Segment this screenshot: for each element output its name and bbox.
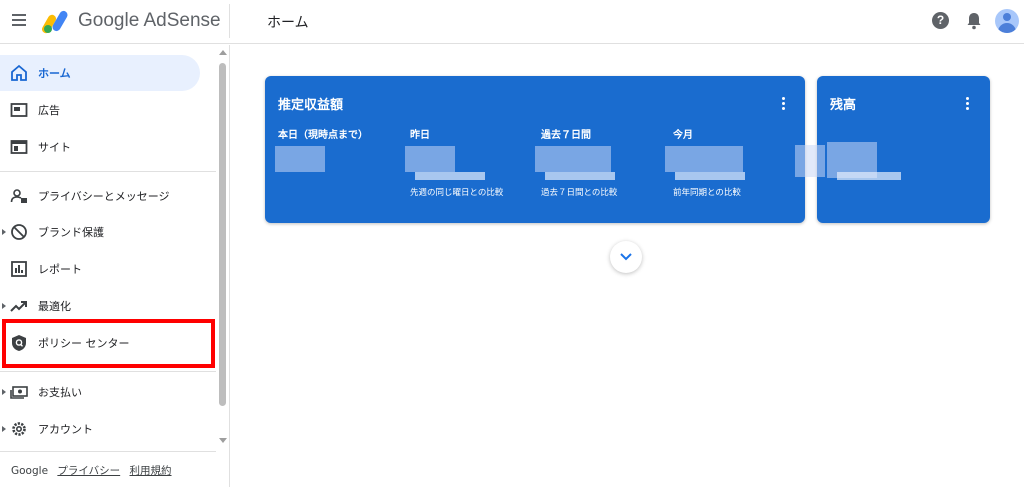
- redacted-value: [665, 146, 743, 172]
- sidebar-item-label: レポート: [38, 263, 82, 276]
- sidebar-item-account[interactable]: アカウント: [0, 411, 200, 447]
- more-options-icon[interactable]: [782, 97, 786, 111]
- sidebar-item-label: ホーム: [38, 67, 71, 80]
- more-options-icon[interactable]: [966, 97, 970, 111]
- ads-icon: [10, 103, 28, 117]
- sidebar-item-reports[interactable]: レポート: [0, 251, 200, 287]
- sidebar-scrollbar[interactable]: [219, 63, 226, 406]
- hamburger-menu-icon[interactable]: [10, 12, 28, 30]
- trending-up-icon: [10, 301, 27, 312]
- adsense-logo-icon[interactable]: [42, 8, 72, 34]
- sidebar-item-label: サイト: [38, 141, 71, 154]
- account-avatar[interactable]: [995, 9, 1019, 33]
- sidebar-item-label: 最適化: [38, 300, 71, 313]
- sidebar-item-payments[interactable]: お支払い: [0, 374, 200, 410]
- comparison-label: 前年同期との比較: [673, 188, 741, 198]
- sidebar-footer: Google プライバシー 利用規約: [11, 463, 172, 478]
- footer-google: Google: [11, 465, 49, 477]
- page-title: ホーム: [267, 15, 309, 31]
- earnings-col-label: 今月: [673, 130, 693, 141]
- expand-caret-icon[interactable]: [2, 229, 6, 235]
- red-highlight-box: [2, 319, 215, 368]
- redacted-value: [415, 172, 485, 180]
- sidebar-item-label: ブランド保護: [38, 226, 104, 239]
- sidebar-item-home[interactable]: ホーム: [0, 55, 200, 91]
- footer-privacy-link[interactable]: プライバシー: [57, 465, 120, 477]
- card-title: 残高: [830, 98, 857, 113]
- sidebar-divider: [0, 171, 216, 172]
- expand-caret-icon[interactable]: [2, 389, 6, 395]
- card-title: 推定収益額: [278, 98, 344, 113]
- chevron-down-icon: [620, 253, 632, 261]
- brand-name: Google AdSense: [78, 10, 221, 31]
- payments-icon: [10, 386, 28, 399]
- sidebar-item-ads[interactable]: 広告: [0, 92, 200, 128]
- sidebar-item-label: 広告: [38, 104, 60, 117]
- notification-bell-icon[interactable]: [965, 11, 983, 31]
- sidebar-divider: [0, 371, 216, 372]
- sidebar-item-brand-safety[interactable]: ブランド保護: [0, 214, 200, 250]
- sidebar-item-label: アカウント: [38, 423, 93, 436]
- redacted-value: [675, 172, 745, 180]
- privacy-icon: [10, 189, 27, 203]
- redacted-value: [535, 146, 611, 172]
- comparison-label: 過去７日間との比較: [541, 188, 618, 198]
- expand-caret-icon[interactable]: [2, 303, 6, 309]
- top-app-bar: Google AdSense ホーム ?: [0, 0, 1024, 44]
- footer-terms-link[interactable]: 利用規約: [130, 465, 172, 477]
- expand-cards-button[interactable]: [610, 241, 642, 273]
- estimated-earnings-card: 推定収益額 本日（現時点まで） 昨日 過去７日間 今月 先週の同じ曜日との比較 …: [265, 76, 805, 223]
- redacted-value: [405, 146, 455, 172]
- sidebar-divider: [0, 451, 216, 452]
- header-divider: [229, 4, 230, 38]
- redacted-value: [545, 172, 615, 180]
- help-icon[interactable]: ?: [932, 12, 949, 29]
- home-icon: [11, 64, 27, 81]
- comparison-label: 先週の同じ曜日との比較: [410, 188, 504, 198]
- sidebar-item-label: お支払い: [38, 386, 82, 399]
- gear-icon: [12, 422, 26, 436]
- redacted-overlay: [795, 145, 825, 177]
- block-icon: [11, 224, 27, 240]
- earnings-col-label: 昨日: [410, 130, 430, 141]
- expand-caret-icon[interactable]: [2, 426, 6, 432]
- scroll-down-arrow-icon[interactable]: [219, 438, 227, 443]
- sidebar-item-privacy-messaging[interactable]: プライバシーとメッセージ: [0, 178, 200, 214]
- redacted-value: [275, 146, 325, 172]
- earnings-col-label: 過去７日間: [541, 130, 591, 141]
- sidebar-nav: ホーム 広告 サイト プライバシーとメッセージ ブランド保護 レポート 最適化 …: [0, 45, 230, 487]
- sidebar-item-sites[interactable]: サイト: [0, 129, 200, 165]
- sites-icon: [10, 140, 28, 154]
- redacted-value: [837, 172, 901, 180]
- earnings-col-label: 本日（現時点まで）: [278, 130, 368, 141]
- scroll-up-arrow-icon[interactable]: [219, 50, 227, 55]
- balance-card: 残高: [817, 76, 990, 223]
- report-icon: [11, 261, 27, 277]
- sidebar-item-label: プライバシーとメッセージ: [38, 190, 170, 203]
